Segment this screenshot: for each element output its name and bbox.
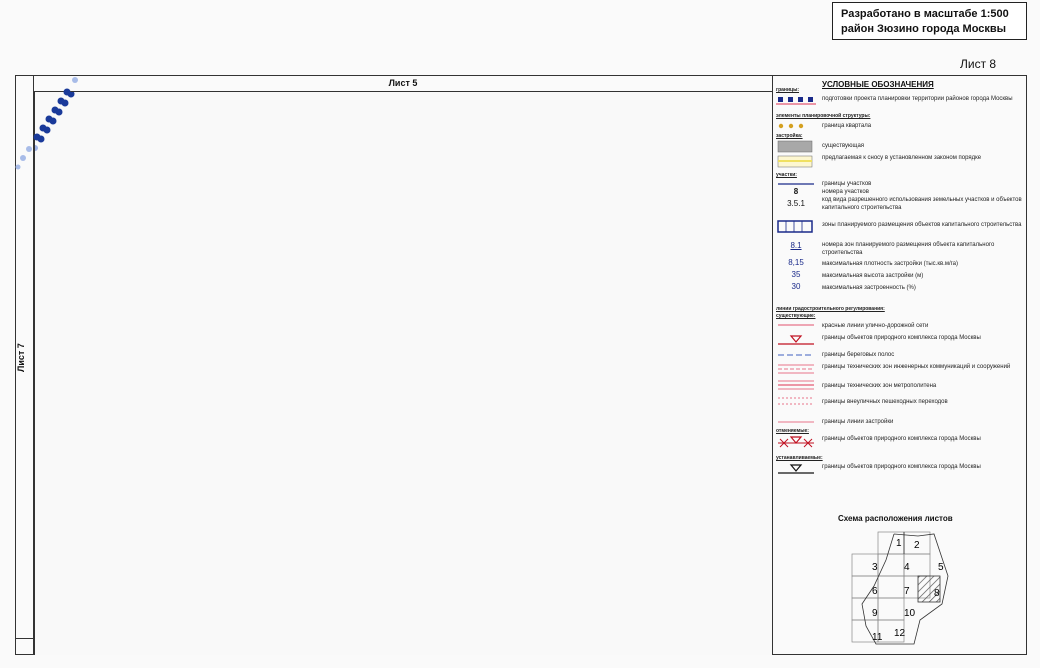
left-neighbor-label: Лист 7 xyxy=(16,343,26,372)
legend-code-density: 8,15 xyxy=(788,258,804,267)
legend-item-project-borders: подготовки проекта планировки территории… xyxy=(822,96,1013,102)
legend-cat-borders: границы: xyxy=(776,87,800,93)
legend-item-plot-numbers: номера участков xyxy=(822,189,869,195)
legend-symbol-zones xyxy=(777,220,813,233)
legend-cat-planning: элементы планировочной структуры: xyxy=(776,113,871,119)
legend-symbol-shore xyxy=(778,354,814,356)
legend-item-build-lines: границы линии застройки xyxy=(822,419,894,425)
legend-code-coverage: 30 xyxy=(791,282,801,291)
legend-cat-building: застройка: xyxy=(776,133,803,139)
top-neighbor-label: Лист 5 xyxy=(388,78,418,88)
legend-symbol-build-lines xyxy=(778,421,814,423)
legend-title: УСЛОВНЫЕ ОБОЗНАЧЕНИЯ xyxy=(822,80,934,89)
legend-cat-established: устанавливаемые: xyxy=(776,455,823,461)
legend-item-metro: границы технических зон метрополитена xyxy=(822,383,937,389)
sheet-number: Лист 8 xyxy=(960,57,997,71)
legend-item-demolition: предлагаемая к сносу в установленном зак… xyxy=(822,155,982,161)
legend-symbol-red-lines xyxy=(778,324,814,326)
legend-symbol-tech-zones xyxy=(778,364,814,374)
legend-symbol-project-border xyxy=(776,97,816,105)
legend-code-use: 3.5.1 xyxy=(787,199,805,208)
map-area[interactable] xyxy=(32,79,772,655)
legend-item-nature-cancelled: границы объектов природного комплекса го… xyxy=(822,436,981,442)
legend-item-quarter: граница квартала xyxy=(822,123,872,129)
map-canvas xyxy=(32,79,82,151)
scheme-cell-9: 9 xyxy=(872,608,878,619)
legend-code-plot-number: 8 xyxy=(793,187,799,196)
sheet-layout-scheme: 1 2 3 4 5 6 7 8 9 10 11 12 xyxy=(851,531,949,645)
scheme-title: Схема расположения листов xyxy=(838,514,953,523)
stamp-district: район Зюзино города Москвы xyxy=(841,23,1007,35)
legend-item-height: максимальная высота застройки (м) xyxy=(822,273,924,279)
corner-box xyxy=(15,638,34,655)
title-stamp: Разработано в масштабе 1:500 район Зюзин… xyxy=(832,2,1027,40)
legend-item-coverage: максимальная застроенность (%) xyxy=(822,285,916,291)
scheme-cell-11: 11 xyxy=(872,632,883,643)
legend-symbol-quarter xyxy=(778,123,804,129)
legend-code-zone: 8.1 xyxy=(790,241,802,250)
legend-cat-existing: существующие: xyxy=(776,313,816,319)
border-dots-extension xyxy=(15,77,78,170)
legend-item-use-code: код вида разрешенного использования земе… xyxy=(822,197,1022,211)
legend-item-nature-borders: границы объектов природного комплекса го… xyxy=(822,335,981,341)
legend-item-nature-established: границы объектов природного комплекса го… xyxy=(822,464,981,470)
scheme-cell-5: 5 xyxy=(938,562,944,573)
stamp-scale: Разработано в масштабе 1:500 xyxy=(841,8,1009,20)
legend-item-tech-zones: границы технических зон инженерных комму… xyxy=(822,364,1011,370)
legend-symbol-crossings xyxy=(778,397,814,405)
legend-item-plot-borders: границы участков xyxy=(822,181,872,187)
scheme-cell-2: 2 xyxy=(914,540,920,551)
legend-symbol-existing xyxy=(777,140,813,153)
legend-cat-plots: участки: xyxy=(776,172,797,178)
scheme-cell-8: 8 xyxy=(934,588,940,599)
legend-item-shore: границы береговых полос xyxy=(822,352,895,358)
legend-item-existing: существующая xyxy=(822,143,865,149)
scheme-cell-6: 6 xyxy=(872,586,878,597)
legend-symbol-nature xyxy=(778,335,814,345)
legend-cat-regulation: линии градостроительного регулирования: xyxy=(776,306,885,312)
scheme-cell-3: 3 xyxy=(872,562,878,573)
legend-item-density: максимальная плотность застройки (тыс.кв… xyxy=(822,261,959,267)
legend-symbol-cancelled xyxy=(778,436,814,448)
legend-item-zone-numbers: номера зон планируемого размещения объек… xyxy=(822,242,995,256)
scheme-cell-4: 4 xyxy=(904,562,910,573)
legend-item-red-lines: красные линии улично-дорожной сети xyxy=(822,323,929,329)
legend-symbol-established xyxy=(778,464,814,474)
legend-symbol-demolition xyxy=(777,155,813,168)
legend-item-crossings: границы внеуличных пешеходных переходов xyxy=(822,399,948,405)
legend-cat-cancelled: отменяемые: xyxy=(776,428,809,434)
scheme-cell-12: 12 xyxy=(894,628,906,639)
legend-code-height: 35 xyxy=(791,270,801,279)
scheme-cell-10: 10 xyxy=(904,608,916,619)
legend-item-zones: зоны планируемого размещения объектов ка… xyxy=(822,222,1022,228)
scheme-cell-7: 7 xyxy=(904,586,910,597)
scheme-cell-1: 1 xyxy=(896,538,902,549)
legend-symbol-metro xyxy=(778,380,814,390)
